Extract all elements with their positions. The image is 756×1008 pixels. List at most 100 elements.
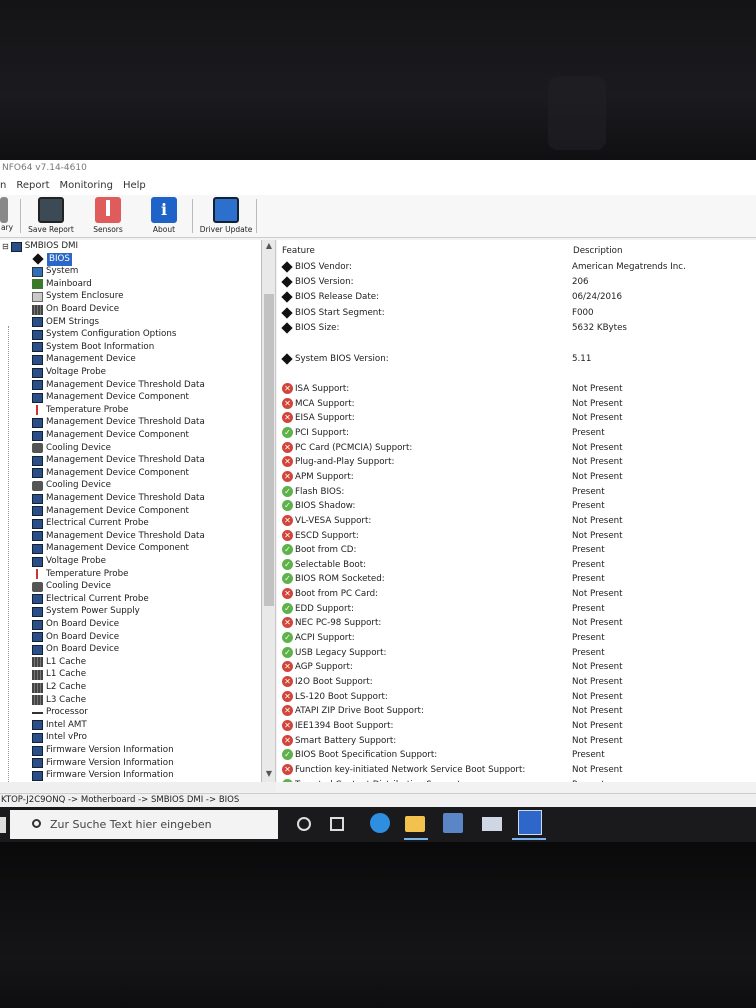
tree-item[interactable]: Management Device Component [32,429,189,442]
tree-item[interactable]: Temperature Probe [32,404,128,417]
detail-row[interactable]: ✕ APM Support: Not Present [282,470,752,484]
tree-item[interactable]: Intel AMT [32,719,87,732]
store-icon[interactable] [443,813,463,833]
tree-item[interactable]: Management Device Component [32,391,189,404]
detail-row[interactable]: ✓ Boot from CD: Present [282,543,752,557]
tree-item[interactable]: On Board Device [32,618,119,631]
tree-item[interactable]: Management Device Threshold Data [32,454,205,467]
cortana-icon[interactable] [297,817,311,831]
tree-item[interactable]: On Board Device [32,643,119,656]
tree-item[interactable]: Management Device Component [32,505,189,518]
detail-row[interactable]: ✕ AGP Support: Not Present [282,660,752,674]
aida64-taskbar-icon[interactable] [518,810,542,835]
scrollbar-thumb[interactable] [264,294,274,606]
detail-row[interactable]: ✕ ESCD Support: Not Present [282,529,752,543]
tree-item[interactable]: Electrical Current Probe [32,517,149,530]
tree-item[interactable]: Firmware Version Information [32,769,174,782]
tree-item[interactable]: Firmware Version Information [32,757,174,770]
detail-row[interactable]: ✕ Function key-initiated Network Service … [282,763,752,777]
detail-row[interactable]: System BIOS Version: 5.11 [281,352,752,366]
tree-item[interactable]: Intel vPro [32,731,87,744]
scroll-down-arrow[interactable]: ▼ [262,768,276,780]
save-report-button[interactable]: Save Report [26,197,76,234]
tree-item[interactable]: System Power Supply [32,605,140,618]
tree-item[interactable]: Management Device Threshold Data [32,416,205,429]
detail-row[interactable]: ✕ VL-VESA Support: Not Present [282,514,752,528]
detail-row[interactable]: ✕ PC Card (PCMCIA) Support: Not Present [282,441,752,455]
tree-item[interactable]: Management Device Threshold Data [32,379,205,392]
tree-item[interactable]: BIOS [32,252,72,266]
tree-item[interactable]: System [32,265,78,278]
sensors-button[interactable]: Sensors [84,197,132,234]
tree-item[interactable]: Cooling Device [32,580,111,593]
detail-row[interactable]: ✕ Smart Battery Support: Not Present [282,734,752,748]
menu-item-help[interactable]: Help [123,177,146,195]
tree-item[interactable]: L3 Cache [32,694,86,707]
tree-item[interactable]: Management Device [32,353,136,366]
detail-row[interactable]: ✕ IEE1394 Boot Support: Not Present [282,719,752,733]
tree-vertical-scrollbar[interactable]: ▲ ▼ [262,240,276,782]
edge-browser-icon[interactable] [370,813,390,833]
detail-row[interactable]: ✓ USB Legacy Support: Present [282,646,752,660]
task-view-icon[interactable] [330,817,344,831]
detail-row[interactable]: ✕ LS-120 Boot Support: Not Present [282,690,752,704]
detail-row[interactable]: ✓ BIOS ROM Socketed: Present [282,572,752,586]
column-header-description[interactable]: Description [573,246,622,256]
summary-button[interactable]: ary [0,197,14,232]
tree-item[interactable]: Cooling Device [32,479,111,492]
detail-row[interactable]: ✕ MCA Support: Not Present [282,397,752,411]
tree-item[interactable]: On Board Device [32,303,119,316]
detail-row[interactable]: ✕ NEC PC-98 Support: Not Present [282,616,752,630]
tree-item[interactable]: Cooling Device [32,442,111,455]
tree-item[interactable]: Processor [32,706,88,719]
menu-item-report[interactable]: Report [16,177,49,195]
tree-item[interactable]: On Board Device [32,631,119,644]
column-header-feature[interactable]: Feature [282,246,315,256]
start-button-edge[interactable] [0,817,6,833]
detail-row[interactable]: ✓Targeted Content Distribution Support: P… [282,778,752,782]
detail-row[interactable]: ✓ Flash BIOS: Present [282,485,752,499]
tree-item[interactable]: Firmware Version Information [32,744,174,757]
detail-row[interactable]: ✓ BIOS Shadow: Present [282,499,752,513]
tree-item[interactable]: System Configuration Options [32,328,176,341]
menu-item-view[interactable]: n [0,177,6,195]
tree-horizontal-scrollbar[interactable] [0,782,276,792]
tree-item[interactable]: Temperature Probe [32,568,128,581]
tree-item[interactable]: Management Device Threshold Data [32,492,205,505]
tree-item[interactable]: Voltage Probe [32,555,106,568]
tree-item[interactable]: Mainboard [32,278,92,291]
detail-row[interactable]: ✕ I2O Boot Support: Not Present [282,675,752,689]
detail-row[interactable]: BIOS Start Segment: F000 [281,306,752,320]
detail-row[interactable]: BIOS Version: 206 [281,275,752,289]
detail-row[interactable]: BIOS Release Date: 06/24/2016 [281,290,752,304]
tree-item[interactable]: OEM Strings [32,316,99,329]
detail-row[interactable]: ✓ EDD Support: Present [282,602,752,616]
detail-row[interactable]: ✕ ISA Support: Not Present [282,382,752,396]
taskbar-search-box[interactable]: Zur Suche Text hier eingeben [10,810,278,839]
detail-row[interactable]: ✕ ATAPI ZIP Drive Boot Support: Not Presen… [282,704,752,718]
tree-item[interactable]: System Enclosure [32,290,123,303]
scroll-up-arrow[interactable]: ▲ [262,240,276,252]
tree-item[interactable]: Management Device Component [32,467,189,480]
tree-item[interactable]: Voltage Probe [32,366,106,379]
detail-row[interactable]: ✕ Boot from PC Card: Not Present [282,587,752,601]
tree-node-smbios-dmi[interactable]: ⊟ SMBIOS DMI [2,240,78,253]
tree-item[interactable]: System Boot Information [32,341,154,354]
tree-item[interactable]: L2 Cache [32,681,86,694]
driver-update-button[interactable]: Driver Update [198,197,254,234]
tree-item[interactable]: Management Device Threshold Data [32,530,205,543]
about-button[interactable]: i About [142,197,186,234]
detail-row[interactable]: BIOS Size: 5632 KBytes [281,321,752,335]
detail-row[interactable]: ✓ PCI Support: Present [282,426,752,440]
tree-item[interactable]: L1 Cache [32,668,86,681]
detail-row[interactable]: ✕ EISA Support: Not Present [282,411,752,425]
detail-row[interactable]: ✓ ACPI Support: Present [282,631,752,645]
detail-row[interactable]: BIOS Vendor: American Megatrends Inc. [281,260,752,274]
mail-icon[interactable] [482,817,502,831]
file-explorer-icon[interactable] [405,816,425,832]
navigation-tree[interactable]: ⊟ SMBIOS DMI BIOS System Mainboard System E… [0,240,262,782]
detail-row[interactable]: ✓ Selectable Boot: Present [282,558,752,572]
detail-row[interactable]: ✕ Plug-and-Play Support: Not Present [282,455,752,469]
menu-item-monitoring[interactable]: Monitoring [60,177,113,195]
tree-item[interactable]: Management Device Component [32,542,189,555]
